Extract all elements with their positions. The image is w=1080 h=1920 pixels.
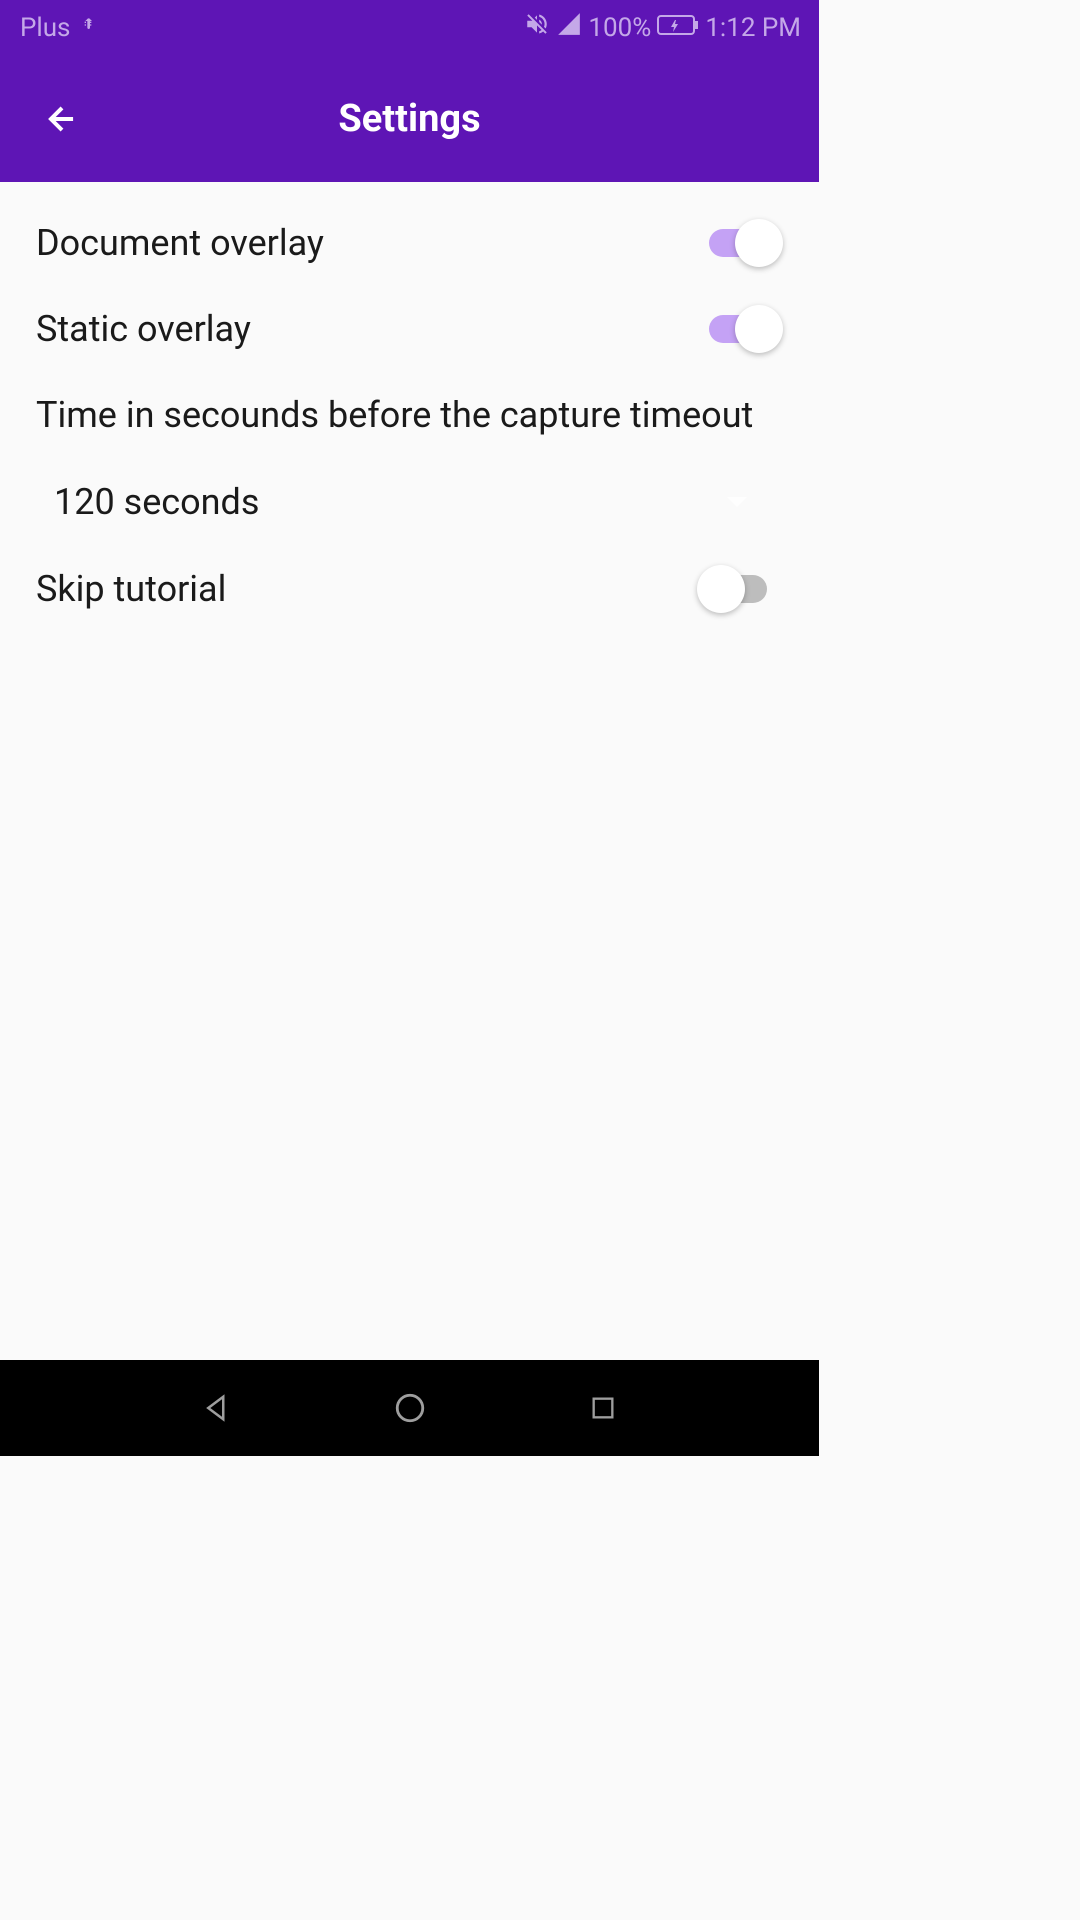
document-overlay-label: Document overlay [36, 222, 324, 264]
skip-tutorial-label: Skip tutorial [36, 568, 226, 610]
skip-tutorial-row: Skip tutorial [36, 546, 783, 632]
arrow-left-icon [43, 100, 81, 138]
status-right: 100% 1:12 PM [524, 11, 801, 44]
battery-percent: 100% [588, 13, 651, 43]
page-title: Settings [0, 97, 819, 141]
battery-icon [657, 13, 699, 43]
static-overlay-row: Static overlay [36, 286, 783, 372]
signal-icon [556, 11, 582, 44]
navigation-bar [0, 1360, 819, 1456]
static-overlay-toggle[interactable] [709, 310, 783, 348]
skip-tutorial-toggle[interactable] [709, 570, 783, 608]
nav-recent-button[interactable] [579, 1384, 627, 1432]
timeout-value: 120 seconds [54, 481, 259, 523]
timeout-label: Time in secounds before the capture time… [36, 394, 753, 436]
usb-icon [80, 13, 96, 43]
settings-content: Document overlay Static overlay Time in … [0, 182, 819, 1360]
clock-time: 1:12 PM [705, 13, 801, 43]
static-overlay-label: Static overlay [36, 308, 251, 350]
status-bar: Plus 100% 1:12 PM [0, 0, 819, 55]
nav-home-button[interactable] [386, 1384, 434, 1432]
document-overlay-row: Document overlay [36, 200, 783, 286]
timeout-label-row: Time in secounds before the capture time… [36, 372, 783, 458]
status-left: Plus [20, 13, 96, 43]
chevron-down-icon [727, 497, 747, 507]
app-bar: Settings [0, 55, 819, 182]
back-button[interactable] [38, 95, 86, 143]
nav-back-button[interactable] [193, 1384, 241, 1432]
carrier-label: Plus [20, 13, 70, 43]
document-overlay-toggle[interactable] [709, 224, 783, 262]
timeout-dropdown[interactable]: 120 seconds [36, 458, 783, 546]
mute-icon [524, 11, 550, 44]
